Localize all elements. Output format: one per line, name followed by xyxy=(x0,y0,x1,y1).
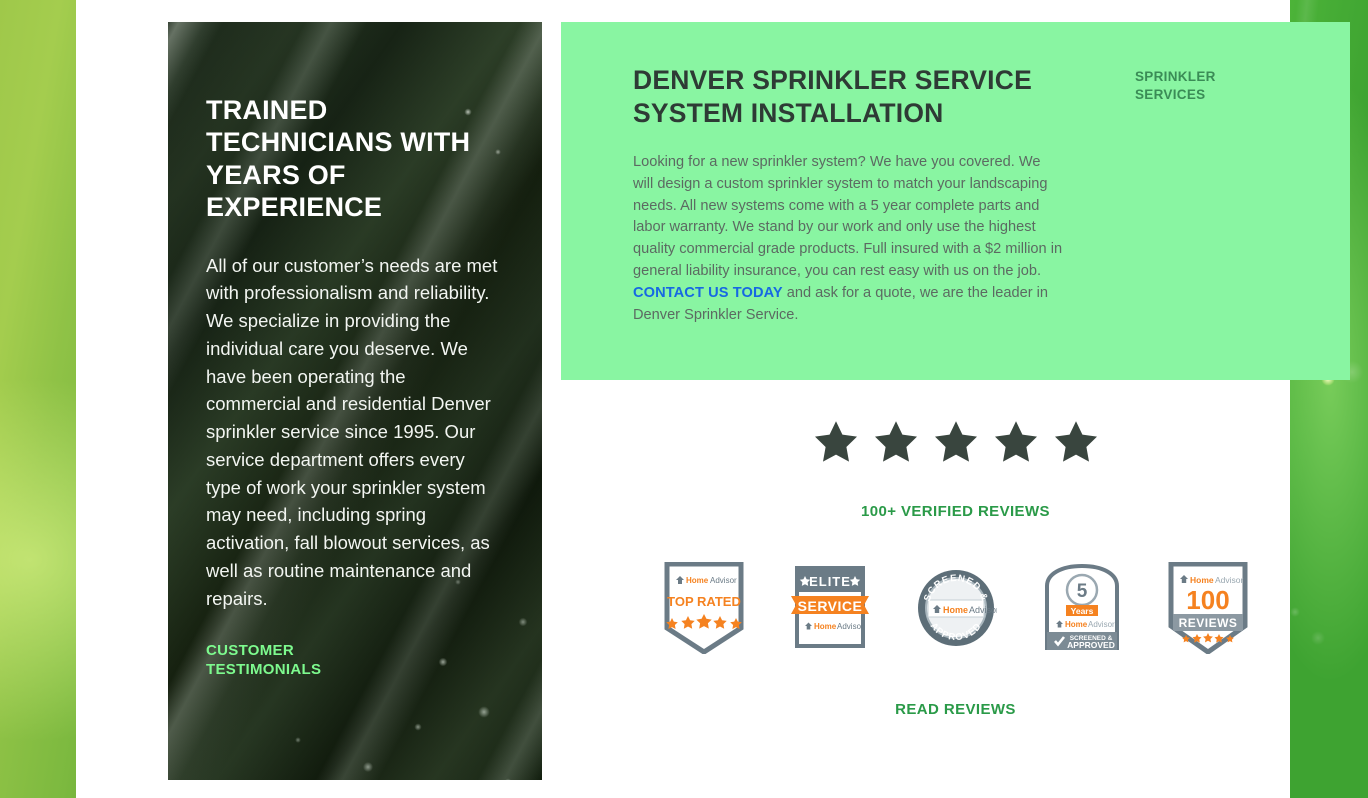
svg-text:Home: Home xyxy=(1065,620,1088,629)
page-background: Trained technicians with years of experi… xyxy=(0,0,1368,798)
homeadvisor-top-rated-badge: Home Advisor TOP RATED xyxy=(664,562,743,654)
svg-text:TOP RATED: TOP RATED xyxy=(667,594,741,609)
svg-text:Home: Home xyxy=(943,605,968,615)
svg-text:Home: Home xyxy=(1190,575,1214,585)
sprinkler-installation-main: Denver Sprinkler Service System Installa… xyxy=(633,64,1063,380)
star-icon xyxy=(934,421,977,462)
sprinkler-services-link[interactable]: Sprinkler Services xyxy=(1135,68,1245,104)
customer-testimonials-link[interactable]: Customer Testimonials xyxy=(206,642,336,679)
svg-text:ELITE: ELITE xyxy=(809,574,851,589)
svg-text:Home: Home xyxy=(686,576,709,585)
svg-text:SERVICE: SERVICE xyxy=(797,598,862,614)
star-icon xyxy=(1054,421,1097,462)
svg-text:Advisor: Advisor xyxy=(1215,575,1244,585)
svg-text:REVIEWS: REVIEWS xyxy=(1178,616,1237,630)
content-container: Trained technicians with years of experi… xyxy=(76,0,1350,798)
trained-technicians-body: All of our customer’s needs are met with… xyxy=(206,254,498,609)
read-reviews-link[interactable]: Read Reviews xyxy=(895,701,1016,718)
svg-text:100: 100 xyxy=(1186,585,1229,615)
reviews-section: 100+ Verified Reviews Home Advisor TOP R… xyxy=(561,380,1350,719)
homeadvisor-elite-service-badge: ELITE SERVICE Home Advisor xyxy=(790,566,869,648)
star-icon xyxy=(814,421,857,462)
homeadvisor-100-reviews-badge: Home Advisor 100 REVIEWS xyxy=(1168,562,1247,654)
star-icon xyxy=(994,421,1037,462)
svg-text:Advisor: Advisor xyxy=(1088,620,1115,629)
star-icon xyxy=(874,421,917,462)
sprinkler-installation-heading: Denver Sprinkler Service System Installa… xyxy=(633,65,1032,128)
trained-technicians-content: Trained technicians with years of experi… xyxy=(168,22,542,679)
svg-text:Advisor: Advisor xyxy=(837,622,864,631)
sprinkler-installation-body: Looking for a new sprinkler system? We h… xyxy=(633,152,1063,327)
sprinkler-services-side: Sprinkler Services xyxy=(1135,64,1245,380)
svg-text:Years: Years xyxy=(1070,606,1093,616)
page-title: Trained technicians with years of experi… xyxy=(206,95,471,223)
svg-text:Home: Home xyxy=(814,622,837,631)
contact-us-today-link[interactable]: CONTACT US TODAY xyxy=(633,285,783,301)
svg-text:Advisor: Advisor xyxy=(969,605,997,615)
trained-technicians-card: Trained technicians with years of experi… xyxy=(168,22,542,780)
homeadvisor-5-years-badge: 5 Years Home Advisor SCREENED & APPROVED xyxy=(1044,563,1119,650)
homeadvisor-screened-approved-seal: Home Advisor SCREENED & APPROVED xyxy=(917,570,997,646)
svg-text:5: 5 xyxy=(1076,581,1087,602)
accreditation-badges: Home Advisor TOP RATED ELITE SERVICE Hom… xyxy=(561,562,1350,654)
svg-text:Advisor: Advisor xyxy=(710,576,737,585)
verified-reviews-label: 100+ Verified Reviews xyxy=(861,503,1050,520)
right-column: Denver Sprinkler Service System Installa… xyxy=(561,22,1350,719)
star-rating xyxy=(561,418,1350,466)
sprinkler-installation-panel: Denver Sprinkler Service System Installa… xyxy=(561,22,1350,380)
svg-text:APPROVED: APPROVED xyxy=(1067,640,1115,650)
body-text-part-one: Looking for a new sprinkler system? We h… xyxy=(633,153,1063,280)
